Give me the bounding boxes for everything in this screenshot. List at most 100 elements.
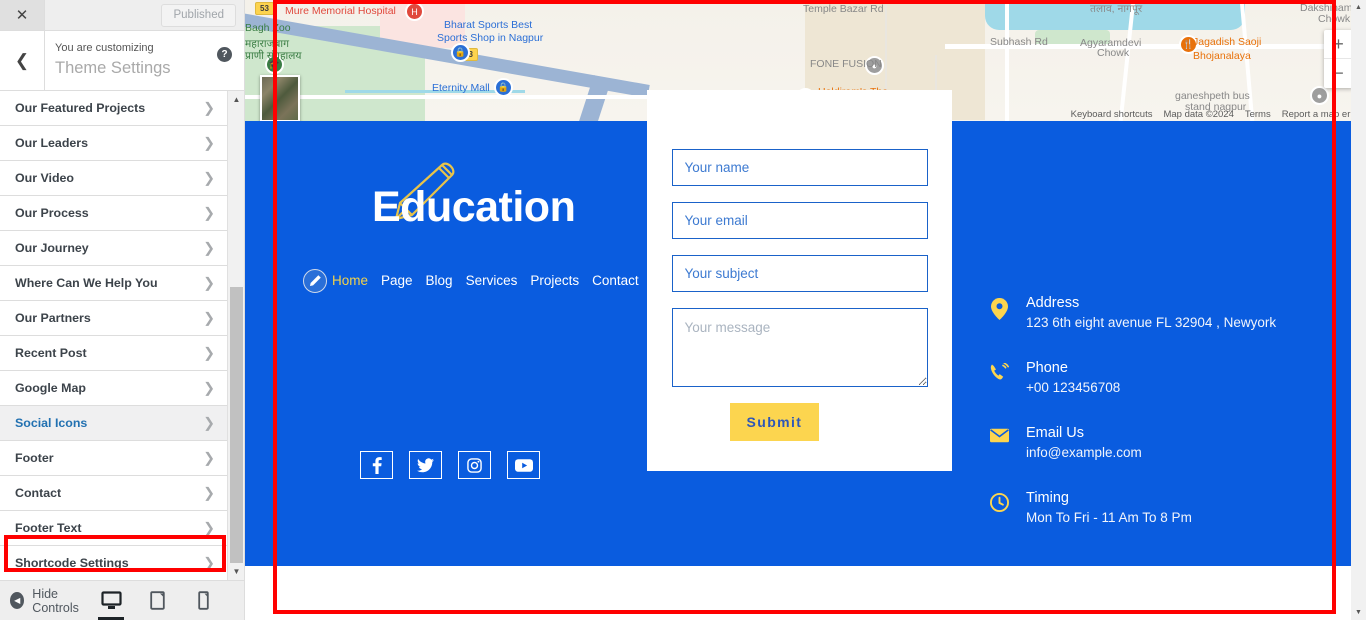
footer-social-icons	[360, 451, 540, 479]
footer-nav-link-home[interactable]: Home	[332, 273, 368, 288]
desktop-icon[interactable]	[96, 585, 126, 620]
map-label: Temple Bazar Rd	[803, 3, 884, 15]
name-input[interactable]	[671, 149, 928, 186]
map-terms-link[interactable]: Terms	[1245, 109, 1271, 120]
sidebar-item-google-map[interactable]: Google Map ❯	[0, 371, 229, 406]
submit-button[interactable]: Submit	[729, 403, 820, 441]
chevron-right-icon: ❯	[203, 204, 215, 221]
sidebar-item-social-icons[interactable]: Social Icons ❯	[0, 406, 229, 441]
close-icon[interactable]: ✕	[0, 0, 45, 30]
sidebar-item-label: Google Map	[15, 381, 86, 395]
envelope-icon	[990, 423, 1009, 462]
map-zoom-controls[interactable]: + −	[1324, 30, 1353, 88]
publish-button[interactable]: Published	[161, 3, 236, 27]
contact-info-value: Mon To Fri - 11 Am To 8 Pm	[1026, 510, 1192, 525]
contact-info-title: Address	[1026, 295, 1080, 311]
twitter-icon[interactable]	[409, 451, 442, 479]
map-road	[1005, 0, 1009, 121]
sidebar-item-footer[interactable]: Footer ❯	[0, 441, 229, 476]
map-report-error-link[interactable]: Report a map error	[1282, 109, 1362, 120]
sidebar-item-label: Contact	[15, 486, 62, 500]
sidebar-item-label: Our Partners	[15, 311, 91, 325]
scroll-down-icon[interactable]: ▼	[228, 563, 244, 580]
map-zoom-in-button[interactable]: +	[1324, 30, 1353, 59]
sidebar-item-our-journey[interactable]: Our Journey ❯	[0, 231, 229, 266]
device-preview-switcher	[96, 585, 236, 620]
pencil-circle-icon	[303, 268, 327, 293]
chevron-left-icon[interactable]: ❮	[0, 31, 45, 90]
sidebar-item-label: Recent Post	[15, 346, 87, 360]
sidebar-scrollbar[interactable]: ▲ ▼	[227, 91, 244, 580]
map-label: Jagadish Saoji	[1193, 36, 1262, 48]
sidebar-item-recent-post[interactable]: Recent Post ❯	[0, 336, 229, 371]
chevron-right-icon: ❯	[203, 309, 215, 326]
chevron-right-icon: ❯	[203, 449, 215, 466]
footer-nav-link-projects[interactable]: Projects	[530, 273, 579, 288]
preview-scroll-up-icon[interactable]: ▲	[1351, 0, 1366, 15]
customizing-label: You are customizing	[55, 42, 154, 54]
subject-input[interactable]	[671, 255, 928, 292]
map-zoom-out-button[interactable]: −	[1324, 59, 1353, 88]
preview-scrollbar[interactable]: ▲ ▼	[1351, 0, 1366, 620]
sidebar-item-label: Our Video	[15, 171, 74, 185]
email-input[interactable]	[671, 202, 928, 239]
map-pin-store[interactable]: 🔒	[451, 43, 470, 62]
footer-nav-link-services[interactable]: Services	[466, 273, 518, 288]
sidebar-item-shortcode-settings[interactable]: Shortcode Settings ❯	[0, 546, 229, 580]
contact-info-value: +00 123456708	[1026, 380, 1121, 395]
chevron-right-icon: ❯	[203, 99, 215, 116]
chevron-right-icon: ❯	[203, 484, 215, 501]
contact-info-value: 123 6th eight avenue FL 32904 , Newyork	[1026, 315, 1277, 330]
scroll-up-icon[interactable]: ▲	[228, 91, 244, 108]
map-pin-busstand[interactable]: ●	[1310, 86, 1329, 105]
footer-nav-link-contact[interactable]: Contact	[592, 273, 639, 288]
map-keyboard-shortcuts-link[interactable]: Keyboard shortcuts	[1071, 109, 1153, 120]
contact-info-text: Phone +00 123456708	[1026, 358, 1120, 397]
map-label: Sports Shop in Nagpur	[437, 32, 544, 44]
sidebar-item-label: Shortcode Settings	[15, 556, 129, 570]
instagram-icon[interactable]	[458, 451, 491, 479]
footer-nav-link-blog[interactable]: Blog	[426, 273, 453, 288]
chevron-right-icon: ❯	[203, 554, 215, 571]
map-label: FONE FUSION	[810, 58, 882, 70]
tablet-icon[interactable]	[142, 585, 172, 616]
map-satellite-thumbnail[interactable]	[260, 75, 300, 121]
preview-scroll-down-icon[interactable]: ▼	[1351, 605, 1366, 620]
question-mark-icon[interactable]: ?	[217, 47, 232, 62]
submit-wrap: Submit	[672, 403, 928, 441]
sidebar-item-label: Our Featured Projects	[15, 101, 146, 115]
panel-title: Theme Settings	[55, 59, 171, 77]
footer-widget-area: Education Home Page Blog Services Projects Co…	[245, 90, 1366, 566]
sidebar-scrollbar-thumb[interactable]	[230, 287, 243, 580]
chevron-right-icon: ❯	[203, 169, 215, 186]
footer-contact-info: Address 123 6th eight avenue FL 32904 , N…	[990, 293, 1320, 553]
customizer-header: ❮ You are customizing Theme Settings ?	[0, 31, 244, 91]
sidebar-item-our-leaders[interactable]: Our Leaders ❯	[0, 126, 229, 161]
map-label: Subhash Rd	[990, 36, 1048, 48]
facebook-icon[interactable]	[360, 451, 393, 479]
sidebar-item-label: Our Journey	[15, 241, 89, 255]
message-textarea[interactable]	[671, 308, 928, 387]
chevron-right-icon: ❯	[203, 519, 215, 536]
sidebar-item-contact[interactable]: Contact ❯	[0, 476, 229, 511]
contact-info-title: Phone	[1026, 360, 1068, 376]
sidebar-item-our-partners[interactable]: Our Partners ❯	[0, 301, 229, 336]
youtube-icon[interactable]	[507, 451, 540, 479]
sidebar-item-label: Our Leaders	[15, 136, 88, 150]
sidebar-item-footer-text[interactable]: Footer Text ❯	[0, 511, 229, 546]
chevron-right-icon: ❯	[203, 379, 215, 396]
chevron-right-icon: ❯	[203, 344, 215, 361]
brand-name: Education	[372, 183, 576, 231]
map-pin-hospital[interactable]: H	[405, 2, 424, 21]
contact-form-card: Submit	[647, 90, 952, 471]
customizer-footer: ◀ Hide Controls	[0, 580, 244, 620]
sidebar-item-our-featured-projects[interactable]: Our Featured Projects ❯	[0, 91, 229, 126]
sidebar-item-our-video[interactable]: Our Video ❯	[0, 161, 229, 196]
sidebar-item-where-can-we-help-you[interactable]: Where Can We Help You ❯	[0, 266, 229, 301]
footer-nav-link-page[interactable]: Page	[381, 273, 413, 288]
hide-controls-button[interactable]: ◀ Hide Controls	[10, 587, 96, 615]
map-pin-mall[interactable]: 🔒	[494, 78, 513, 97]
contact-info-text: Address 123 6th eight avenue FL 32904 , N…	[1026, 293, 1276, 332]
sidebar-item-our-process[interactable]: Our Process ❯	[0, 196, 229, 231]
mobile-icon[interactable]	[188, 585, 218, 616]
